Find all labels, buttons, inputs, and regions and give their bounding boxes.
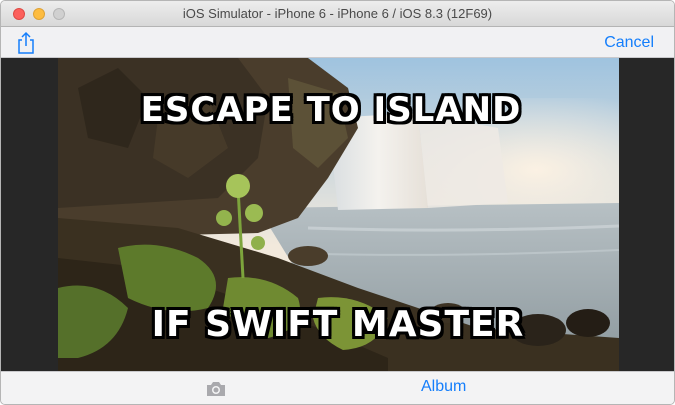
meme-photo: ESCAPE TO ISLAND IF SWIFT MASTER — [58, 58, 619, 371]
meme-top-text: ESCAPE TO ISLAND — [140, 90, 522, 130]
bottom-toolbar: Album — [1, 371, 674, 404]
title-bar: iOS Simulator - iPhone 6 - iPhone 6 / iO… — [1, 1, 674, 27]
window-title: iOS Simulator - iPhone 6 - iPhone 6 / iO… — [182, 6, 493, 21]
simulator-window: iOS Simulator - iPhone 6 - iPhone 6 / iO… — [0, 0, 675, 405]
camera-icon — [207, 382, 225, 396]
album-button[interactable]: Album — [421, 372, 466, 402]
share-icon — [18, 31, 34, 54]
cancel-button[interactable]: Cancel — [604, 27, 654, 58]
camera-button[interactable] — [205, 380, 227, 398]
image-viewer: ESCAPE TO ISLAND IF SWIFT MASTER — [1, 58, 674, 371]
navigation-bar: Cancel — [1, 27, 674, 58]
share-button[interactable] — [15, 31, 37, 55]
meme-bottom-text: IF SWIFT MASTER — [151, 304, 525, 345]
